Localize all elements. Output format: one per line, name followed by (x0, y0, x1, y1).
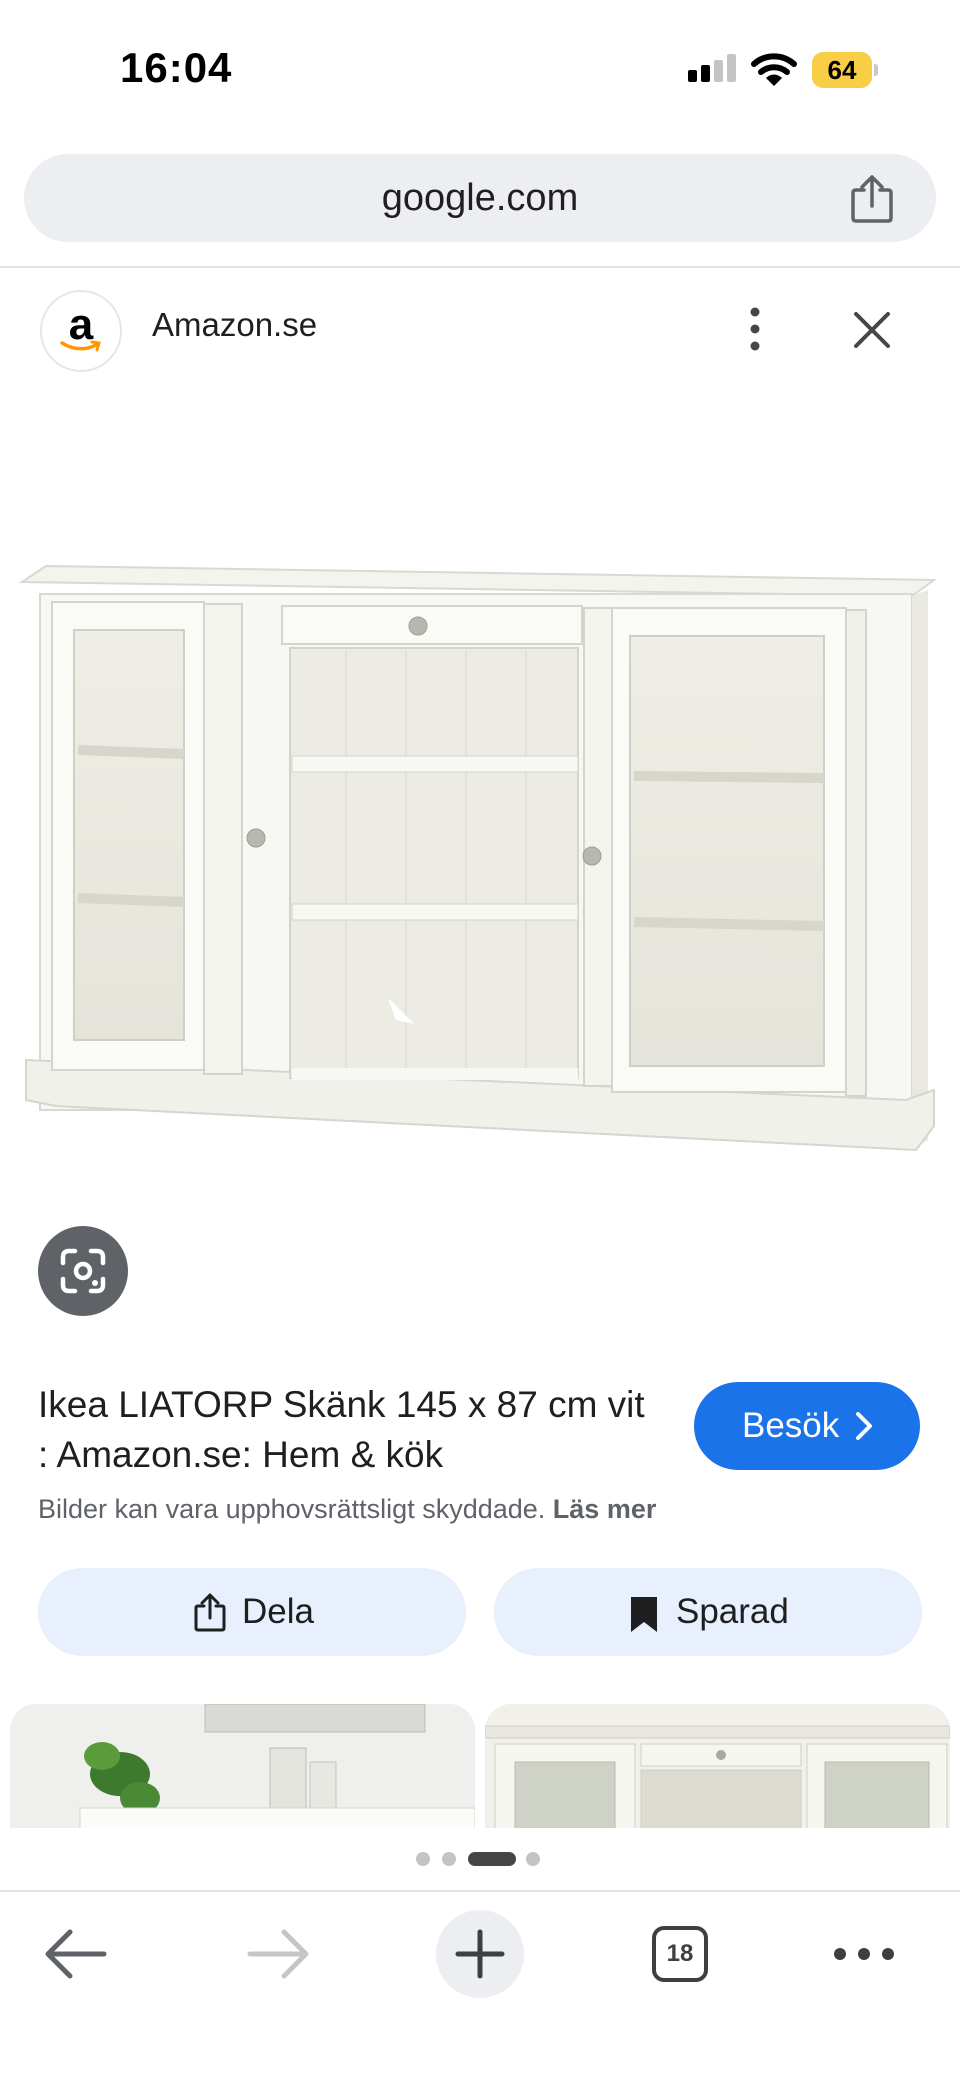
pager-dot[interactable] (442, 1852, 456, 1866)
divider (0, 266, 960, 268)
copyright-notice: Bilder kan vara upphovsrättsligt skyddad… (38, 1494, 656, 1525)
product-image[interactable] (16, 560, 946, 1180)
url-text: google.com (381, 177, 579, 219)
status-bar: 16:04 64 (0, 0, 960, 140)
related-image-graphic (485, 1704, 950, 1828)
wifi-icon (751, 53, 797, 86)
pager-dot[interactable] (526, 1852, 540, 1866)
visit-label: Besök (742, 1406, 840, 1445)
tab-count: 18 (666, 1940, 694, 1967)
amazon-smile-icon (60, 340, 101, 352)
more-vert-icon[interactable] (740, 306, 770, 352)
battery-cap (874, 64, 878, 76)
tab-switcher-button[interactable]: 18 (648, 1904, 712, 2004)
battery-level: 64 (827, 55, 857, 85)
pager-dot[interactable] (416, 1852, 430, 1866)
bookmark-icon (631, 1597, 657, 1632)
more-menu-button[interactable] (828, 1904, 900, 2004)
signal-icon (688, 54, 736, 82)
save-label: Sparad (676, 1592, 789, 1631)
share-label: Dela (242, 1592, 314, 1631)
save-button[interactable]: Sparad (494, 1568, 922, 1656)
new-tab-button[interactable] (436, 1904, 524, 2004)
address-bar[interactable]: google.com (24, 154, 936, 242)
related-image[interactable] (485, 1704, 950, 1828)
related-image-graphic (10, 1704, 475, 1828)
back-button[interactable] (40, 1904, 114, 2004)
lens-button[interactable] (38, 1226, 128, 1316)
share-icon (194, 1593, 226, 1632)
copyright-text: Bilder kan vara upphovsrättsligt skyddad… (38, 1494, 546, 1524)
related-images (0, 1704, 960, 1828)
status-time: 16:04 (120, 44, 233, 91)
result-title: Ikea LIATORP Skänk 145 x 87 cm vit : Ama… (38, 1384, 645, 1475)
battery-indicator: 64 (812, 52, 878, 88)
source-logo[interactable]: a (40, 290, 122, 372)
related-image[interactable] (10, 1704, 475, 1828)
visit-button[interactable]: Besök (694, 1382, 920, 1470)
tab-count-box: 18 (652, 1926, 708, 1982)
pager-dot-active[interactable] (468, 1852, 516, 1866)
carousel-pager (416, 1850, 544, 1866)
learn-more-link[interactable]: Läs mer (553, 1494, 657, 1524)
new-tab-circle (436, 1910, 524, 1998)
back-arrow-icon (45, 1929, 107, 1979)
more-horiz-icon (834, 1948, 894, 1960)
divider (0, 1890, 960, 1892)
chevron-right-icon (856, 1412, 872, 1440)
share-button[interactable]: Dela (38, 1568, 466, 1656)
forward-arrow-icon (247, 1929, 309, 1979)
lens-icon (60, 1248, 106, 1294)
source-name[interactable]: Amazon.se (152, 306, 317, 344)
close-icon[interactable] (850, 308, 894, 352)
plus-icon (455, 1929, 505, 1979)
share-icon[interactable] (850, 174, 894, 224)
forward-button[interactable] (240, 1904, 314, 2004)
